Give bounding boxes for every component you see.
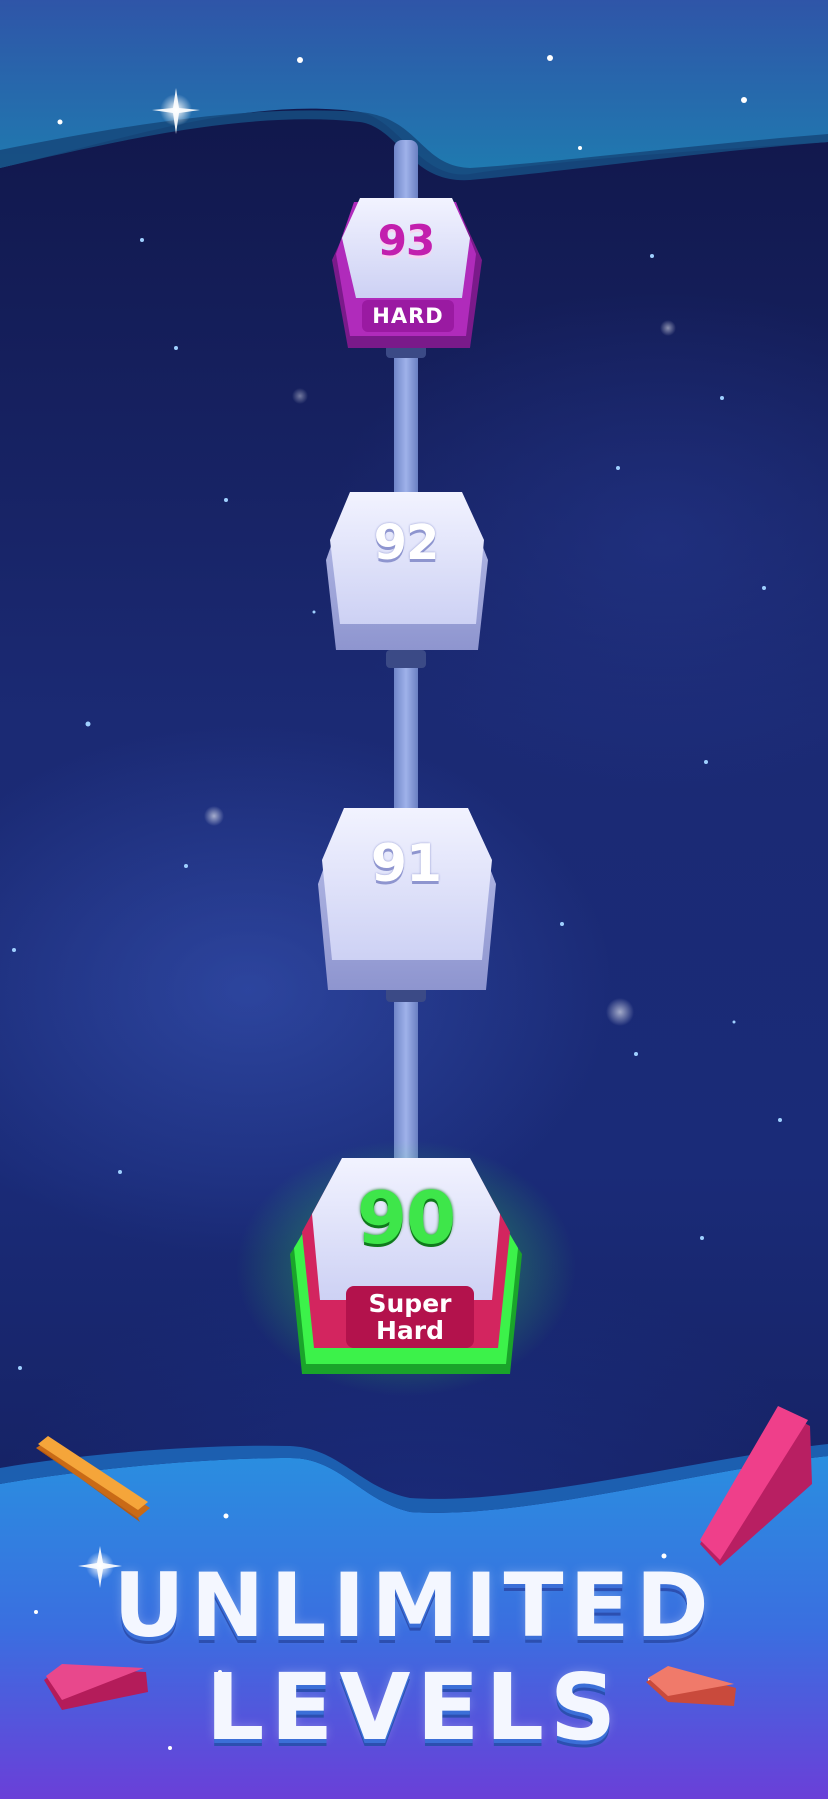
banner-line1: UNLIMITED [113,1554,715,1657]
banner-line2: LEVELS [205,1654,623,1761]
level-91-number[interactable]: 91 [316,834,496,894]
level-path-artwork [0,0,828,1799]
super-hard-line1: Super [368,1289,452,1318]
level-90-super-hard-badge: Super Hard [346,1290,474,1344]
level-92-number[interactable]: 92 [316,515,496,571]
level-93-hard-badge: HARD [372,304,444,328]
level-90-number[interactable]: 90 [316,1176,496,1260]
super-hard-line2: Hard [375,1316,445,1345]
level-93-number[interactable]: 93 [316,216,496,265]
